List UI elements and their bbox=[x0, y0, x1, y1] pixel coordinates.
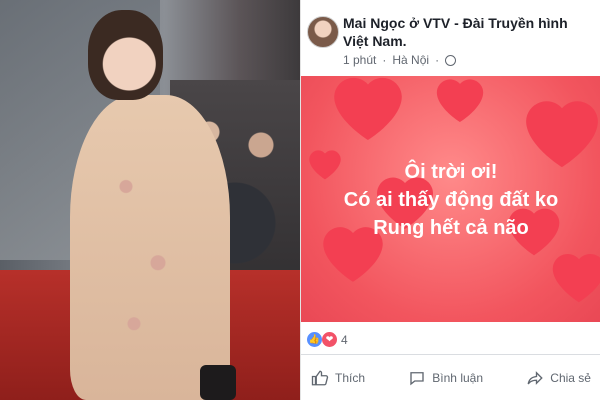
status-background: Ôi trời ơi! Có ai thấy động đất ko Rung … bbox=[301, 76, 600, 322]
status-line: Rung hết cả não bbox=[373, 217, 529, 239]
love-reaction-icon: ❤ bbox=[322, 332, 337, 347]
facebook-post: Mai Ngọc ở VTV - Đài Truyền hình Việt Na… bbox=[300, 0, 600, 400]
heart-icon bbox=[436, 79, 484, 122]
thumbs-up-icon bbox=[311, 370, 329, 386]
woman-head bbox=[88, 10, 163, 100]
comment-icon bbox=[410, 372, 424, 386]
reaction-count[interactable]: 4 bbox=[341, 333, 348, 347]
post-meta: 1 phút · Hà Nội · bbox=[343, 53, 457, 67]
status-text: Ôi trời ơi! Có ai thấy động đất ko Rung … bbox=[301, 158, 600, 242]
share-label: Chia sẻ bbox=[550, 371, 591, 385]
post-header: Mai Ngọc ở VTV - Đài Truyền hình Việt Na… bbox=[301, 0, 600, 74]
reactions-summary[interactable]: 👍 ❤ 4 bbox=[307, 332, 348, 347]
post-time[interactable]: 1 phút bbox=[343, 53, 376, 67]
post-actions: Thích Bình luận Chia sẻ bbox=[301, 358, 600, 398]
share-button[interactable]: Chia sẻ bbox=[526, 369, 591, 387]
heart-icon bbox=[526, 101, 598, 168]
status-line: Có ai thấy động đất ko bbox=[343, 189, 559, 211]
comment-button[interactable]: Bình luận bbox=[408, 369, 483, 387]
globe-icon bbox=[445, 54, 457, 66]
avatar[interactable] bbox=[307, 16, 339, 48]
heart-icon bbox=[334, 77, 402, 140]
like-label: Thích bbox=[335, 371, 366, 385]
woman-dress bbox=[70, 95, 230, 400]
divider bbox=[301, 354, 600, 355]
share-icon bbox=[527, 371, 544, 385]
handbag bbox=[200, 365, 236, 400]
separator-dot: · bbox=[382, 53, 387, 67]
status-line: Ôi trời ơi! bbox=[404, 161, 498, 183]
comment-label: Bình luận bbox=[432, 371, 484, 385]
separator-dot: · bbox=[435, 53, 440, 67]
heart-icon bbox=[552, 253, 600, 303]
like-reaction-icon: 👍 bbox=[307, 332, 322, 347]
post-author[interactable]: Mai Ngọc ở VTV - Đài Truyền hình Việt Na… bbox=[343, 14, 593, 50]
event-photo bbox=[0, 0, 300, 400]
like-button[interactable]: Thích bbox=[311, 369, 365, 387]
post-location[interactable]: Hà Nội bbox=[392, 53, 429, 67]
